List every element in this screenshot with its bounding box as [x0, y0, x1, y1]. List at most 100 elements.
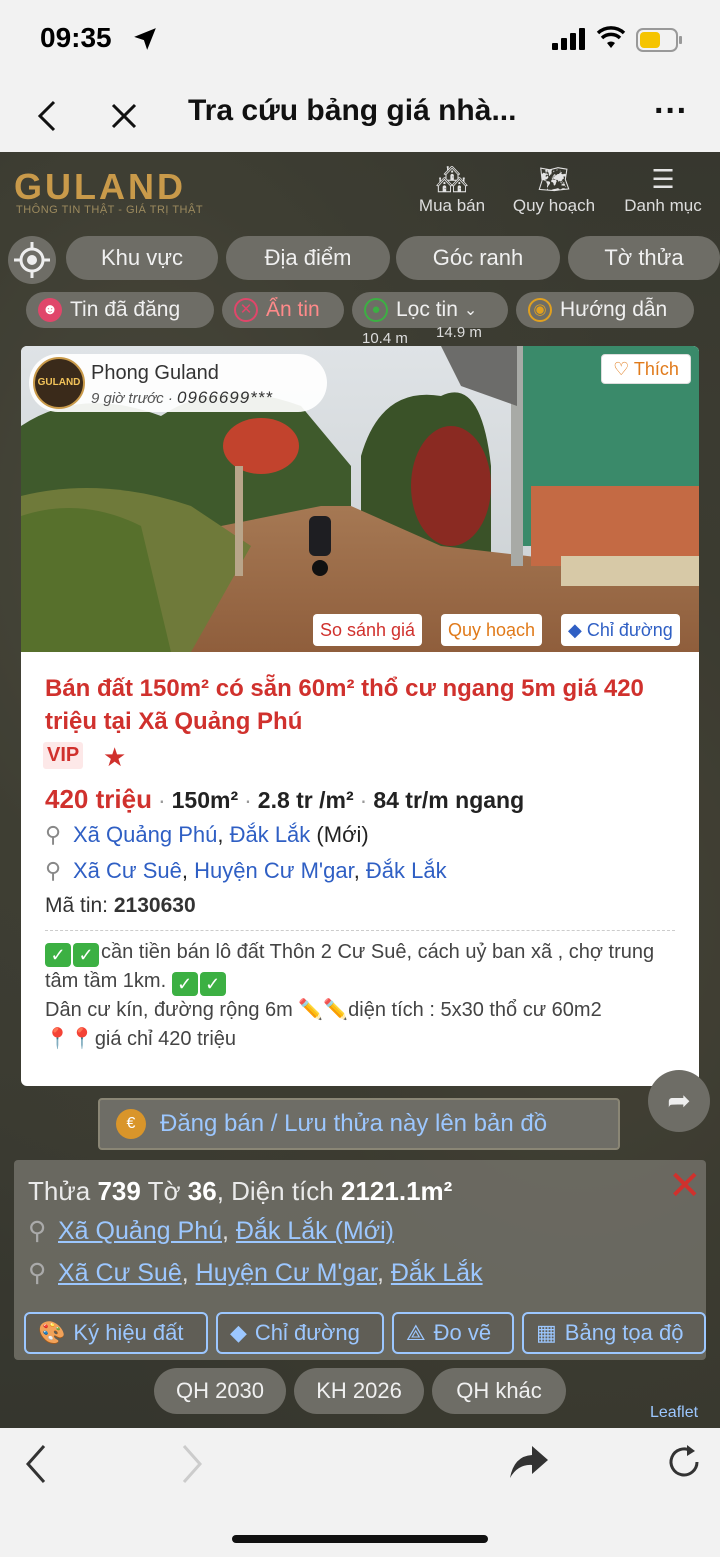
- reload-icon[interactable]: [664, 1442, 704, 1482]
- listing-title[interactable]: Bán đất 150m² có sẵn 60m² thổ cư ngang 5…: [45, 672, 685, 738]
- guland-logo[interactable]: GULAND: [14, 166, 186, 208]
- dt-label: Diện tích: [231, 1176, 334, 1206]
- buy-sell-button[interactable]: 🏘 Mua bán: [412, 162, 492, 216]
- check-icon: ✓: [171, 972, 198, 996]
- code-label: Mã tin:: [45, 894, 109, 917]
- coordinate-table-label: Bảng tọa độ: [564, 1320, 684, 1345]
- to-value: 36: [187, 1176, 217, 1206]
- like-button[interactable]: ♡ Thích: [601, 354, 691, 384]
- coordinate-table-button[interactable]: ▦ Bảng tọa độ: [522, 1312, 706, 1354]
- crosshair-icon: [14, 242, 50, 278]
- face-icon: ☻: [38, 298, 62, 322]
- direction-icon: ◆: [230, 1320, 247, 1345]
- locate-me-button[interactable]: [8, 236, 56, 284]
- home-indicator[interactable]: [232, 1535, 488, 1543]
- commune-link[interactable]: Xã Quảng Phú: [73, 822, 217, 847]
- close-icon[interactable]: [110, 102, 138, 130]
- map-measure-label: 14.9 m: [436, 324, 482, 341]
- province-link[interactable]: Đắk Lắk: [230, 822, 311, 847]
- planning-label: Quy hoạch: [512, 196, 596, 215]
- divider: [45, 930, 675, 931]
- pencil-icon: ✏️: [323, 999, 349, 1021]
- district-link[interactable]: Huyện Cư M'gar: [196, 1259, 377, 1287]
- province-link[interactable]: Đắk Lắk: [366, 858, 447, 883]
- poster-chip[interactable]: GULAND Phong Guland 9 giờ trước · 096669…: [29, 354, 327, 412]
- poster-phone[interactable]: 0966699***: [177, 388, 273, 407]
- listing-card[interactable]: GULAND Phong Guland 9 giờ trước · 096669…: [21, 346, 699, 1086]
- like-label: Thích: [633, 359, 679, 379]
- location-new: ⚲ Xã Quảng Phú, Đắk Lắk (Mới): [45, 822, 369, 847]
- planning-button[interactable]: 🗺 Quy hoạch: [506, 162, 602, 216]
- hide-listings-button[interactable]: ✕ Ẩn tin: [222, 292, 344, 328]
- avatar[interactable]: GULAND: [33, 357, 85, 409]
- commune-link[interactable]: Xã Quảng Phú: [58, 1217, 222, 1245]
- listing-area: 150m²: [171, 787, 239, 813]
- share-arrow-icon: ➦: [667, 1085, 691, 1116]
- desc-line1: cần tiền bán lô đất Thôn 2 Cư Suê, cách …: [45, 941, 655, 992]
- directions-label: Chỉ đường: [586, 620, 673, 640]
- province-link[interactable]: Đắk Lắk: [391, 1259, 483, 1287]
- battery-icon: [636, 28, 682, 52]
- parcel-location-old: ⚲ Xã Cư Suê, Huyện Cư M'gar, Đắk Lắk: [28, 1259, 483, 1287]
- close-panel-button[interactable]: ✕: [668, 1166, 702, 1206]
- desc-line2: Dân cư kín, đường rộng 6m: [45, 999, 293, 1021]
- directions-tag[interactable]: ◆ Chỉ đường: [561, 614, 680, 646]
- desc-line4: giá chỉ 420 triệu: [94, 1028, 237, 1050]
- location-arrow-icon: [134, 28, 156, 50]
- parcel-info-panel: Thửa 739 Tờ 36, Diện tích 2121.1m² ✕ ⚲ Xã…: [14, 1160, 706, 1360]
- hamburger-icon: ☰: [651, 164, 675, 194]
- map-search-icon: 🗺: [537, 164, 571, 194]
- commune-link[interactable]: Xã Cư Suê: [58, 1259, 182, 1287]
- dt-value: 2121.1m²: [341, 1176, 453, 1206]
- district-link[interactable]: Huyện Cư M'gar: [194, 858, 354, 883]
- filter-place-button[interactable]: Địa điểm: [226, 236, 390, 280]
- check-icon: ✓: [45, 943, 71, 967]
- filter-corner-button[interactable]: Góc ranh: [396, 236, 560, 280]
- pin-icon: 📍: [69, 1028, 95, 1050]
- filter-listings-button[interactable]: ● Lọc tin ⌄: [352, 292, 508, 328]
- posted-ago: 9 giờ trước: [91, 390, 164, 407]
- posted-listings-button[interactable]: ☻ Tin đã đăng: [26, 292, 214, 328]
- unit-price: 2.8 tr /m²: [257, 787, 354, 813]
- measure-button[interactable]: ⟁ Đo vẽ: [392, 1312, 514, 1354]
- measure-label: Đo vẽ: [433, 1320, 492, 1345]
- measure-icon: ⟁: [406, 1320, 426, 1345]
- map-view[interactable]: GULAND THÔNG TIN THẬT - GIÁ TRỊ THẬT 🏘 M…: [0, 152, 720, 1428]
- back-chevron-icon[interactable]: [24, 1444, 48, 1484]
- poster-meta: 9 giờ trước · 0966699***: [91, 388, 274, 407]
- listing-photo[interactable]: GULAND Phong Guland 9 giờ trước · 096669…: [21, 346, 699, 652]
- location-pin-icon: ●: [364, 298, 388, 322]
- planning-tag[interactable]: Quy hoạch: [441, 614, 543, 646]
- share-button[interactable]: ➦: [648, 1070, 710, 1132]
- posted-listings-label: Tin đã đăng: [70, 298, 181, 321]
- post-parcel-button[interactable]: € Đăng bán / Lưu thửa này lên bản đồ: [98, 1098, 620, 1150]
- guide-button[interactable]: ◉ Hướng dẫn: [516, 292, 694, 328]
- province-link[interactable]: Đắk Lắk (Mới): [236, 1217, 394, 1245]
- desc-line3: diện tích : 5x30 thổ cư 60m2: [348, 999, 602, 1021]
- back-chevron-icon[interactable]: [36, 100, 60, 132]
- filter-listings-label: Lọc tin: [396, 298, 458, 321]
- star-icon: ★: [103, 742, 127, 772]
- land-symbol-button[interactable]: 🎨 Ký hiệu đất: [24, 1312, 208, 1354]
- plan-2026-button[interactable]: KH 2026: [294, 1368, 424, 1414]
- plan-other-button[interactable]: QH khác: [432, 1368, 566, 1414]
- poster-name: Phong Guland: [91, 362, 219, 384]
- vip-badge: VIP: [43, 742, 84, 769]
- filter-parcel-button[interactable]: Tờ thửa: [568, 236, 720, 280]
- pin-icon: 📍: [45, 1028, 70, 1050]
- share-arrow-icon[interactable]: [508, 1444, 550, 1480]
- plan-2030-button[interactable]: QH 2030: [154, 1368, 286, 1414]
- direction-icon: ◆: [568, 620, 582, 640]
- thua-label: Thửa: [28, 1176, 91, 1206]
- commune-link[interactable]: Xã Cư Suê: [73, 858, 182, 883]
- leaflet-attribution[interactable]: Leaflet: [650, 1404, 698, 1422]
- more-options-button[interactable]: ···: [654, 92, 688, 131]
- filter-area-button[interactable]: Khu vực: [66, 236, 218, 280]
- post-parcel-label: Đăng bán / Lưu thửa này lên bản đồ: [160, 1110, 548, 1137]
- compare-price-tag[interactable]: So sánh giá: [313, 614, 423, 646]
- directions-button[interactable]: ◆ Chỉ đường: [216, 1312, 384, 1354]
- status-bar: 09:35: [0, 0, 720, 80]
- location-pin-icon: ⚲: [45, 858, 62, 883]
- forward-chevron-icon: [182, 1445, 203, 1483]
- menu-button[interactable]: ☰ Danh mục: [618, 162, 708, 216]
